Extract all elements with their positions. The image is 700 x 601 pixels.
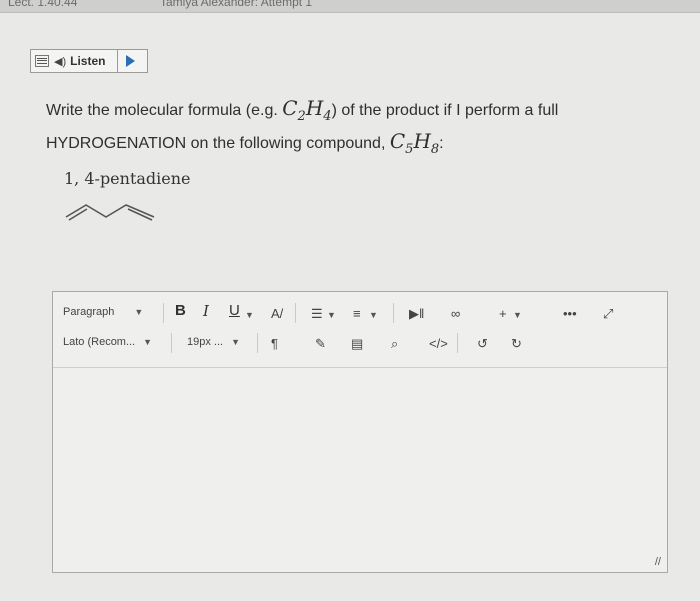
skeletal-structure-image: [65, 204, 155, 221]
list-chevron-icon[interactable]: ▼: [369, 310, 378, 320]
insert-chevron-icon[interactable]: ▼: [513, 310, 522, 320]
more-options-icon[interactable]: •••: [563, 306, 577, 321]
menu-icon[interactable]: [35, 55, 49, 67]
example-formula: C2H4: [282, 96, 332, 124]
rich-text-editor[interactable]: Paragraph ▼ B I U ▼ A/ ☰ ▼ ≡ ▼ ▶‖ ∞ + ▼ •…: [52, 291, 668, 573]
toolbar-row-1: Paragraph ▼ B I U ▼ A/ ☰ ▼ ≡ ▼ ▶‖ ∞ + ▼ •…: [53, 300, 667, 328]
top-bar-left-text: Lect. 1.40.44: [8, 0, 78, 9]
underline-options-chevron-icon[interactable]: ▼: [245, 310, 254, 320]
align-chevron-icon[interactable]: ▼: [327, 310, 336, 320]
listen-label[interactable]: Listen: [70, 54, 105, 68]
format-painter-icon[interactable]: ¶: [271, 336, 278, 351]
list-icon[interactable]: ≡: [353, 306, 361, 321]
link-icon[interactable]: ∞: [451, 306, 460, 321]
underline-button[interactable]: U: [229, 302, 240, 319]
question-text: Write the molecular formula (e.g. C2H4) …: [46, 96, 559, 157]
bold-button[interactable]: B: [175, 302, 186, 319]
chevron-down-icon: ▼: [143, 337, 153, 347]
highlight-icon[interactable]: ✎: [315, 336, 326, 352]
redo-icon[interactable]: ↻: [511, 336, 522, 352]
align-icon[interactable]: ☰: [311, 306, 323, 322]
speaker-icon: ◀): [54, 55, 67, 68]
resize-handle-icon[interactable]: //: [655, 556, 661, 568]
undo-icon[interactable]: ↺: [477, 336, 488, 352]
chevron-down-icon: ▼: [231, 337, 240, 347]
fullscreen-icon[interactable]: ⤢: [603, 306, 613, 322]
insert-button[interactable]: +: [499, 306, 507, 321]
italic-button[interactable]: I: [203, 302, 209, 320]
text-color-icon[interactable]: A/: [271, 306, 283, 321]
find-replace-icon[interactable]: ⌕: [391, 336, 398, 352]
compound-name: 1, 4-pentadiene: [64, 169, 191, 188]
font-select[interactable]: Lato (Recom... ▼: [63, 336, 152, 348]
attempt-title: Tamiya Alexander: Attempt 1: [160, 0, 313, 9]
table-icon[interactable]: ▤: [351, 336, 363, 352]
chevron-down-icon: ▼: [134, 307, 144, 317]
compound-formula: C5H8: [389, 129, 440, 157]
top-bar: Lect. 1.40.44 Tamiya Alexander: Attempt …: [0, 0, 700, 13]
font-size-select[interactable]: 19px ... ▼: [187, 336, 240, 348]
media-icon[interactable]: ▶‖: [409, 306, 424, 322]
answer-text-area[interactable]: [53, 367, 667, 573]
toolbar-row-2: Lato (Recom... ▼ 19px ... ▼ ¶ ✎ ▤ ⌕ </> ↺ …: [53, 330, 667, 358]
listen-widget[interactable]: ◀) Listen: [30, 49, 148, 73]
paragraph-select[interactable]: Paragraph ▼: [63, 306, 143, 318]
source-code-button[interactable]: </>: [429, 336, 448, 351]
play-icon[interactable]: [126, 55, 135, 67]
